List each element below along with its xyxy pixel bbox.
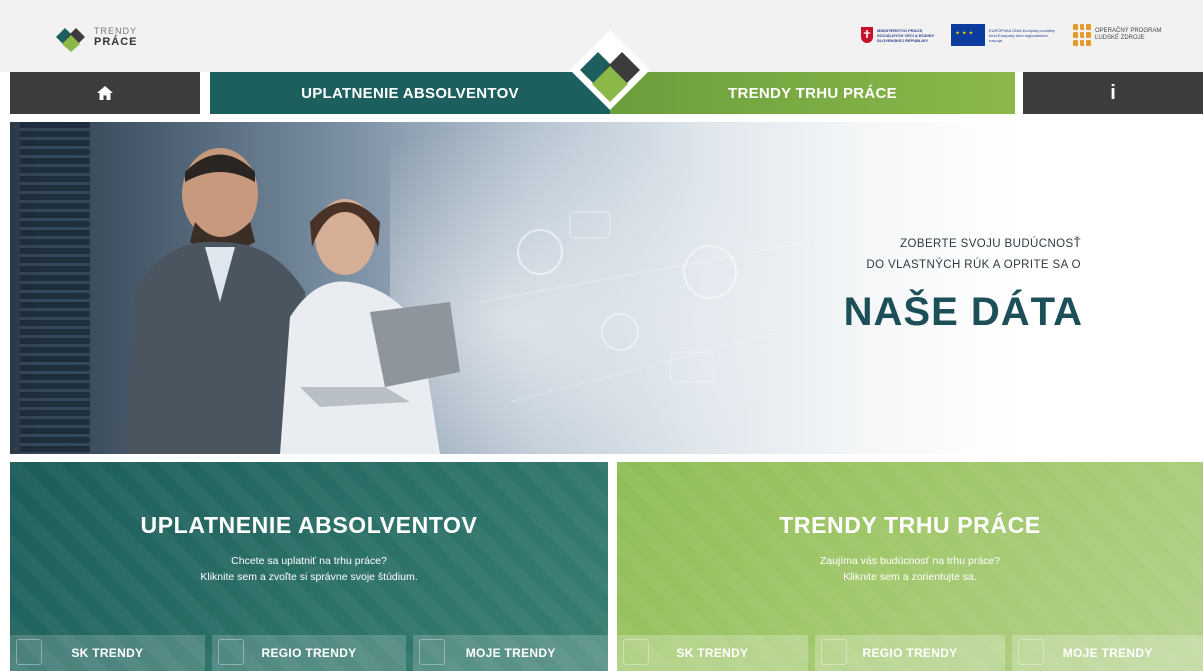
- laptop-image: [300, 302, 460, 407]
- eu-name: EURÓPSKA ÚNIA Európsky sociálny fond Eur…: [989, 27, 1055, 43]
- hero-banner: ZOBERTE SVOJU BUDÚCNOSŤ DO VLASTNÝCH RÚK…: [10, 122, 1203, 454]
- graduates-regio-trendy-button[interactable]: REGIO TRENDY: [211, 635, 407, 671]
- op-grid-icon: [1073, 24, 1091, 46]
- data-interface-graphic: [480, 211, 810, 403]
- ministry-name: MINISTERSTVO PRÁCE, SOCIÁLNYCH VECÍ A RO…: [877, 27, 935, 43]
- hero-tagline-line2: DO VLASTNÝCH RÚK A OPRITE SA O: [866, 259, 1081, 271]
- op-logo: OPERAČNÝ PROGRAM ĽUDSKÉ ZDROJE: [1073, 24, 1175, 46]
- home-button[interactable]: [10, 72, 200, 114]
- eu-logo: EURÓPSKA ÚNIA Európsky sociálny fond Eur…: [951, 24, 1059, 46]
- slovakia-map-icon: [623, 639, 649, 665]
- graduates-moje-trendy-label: MOJE TRENDY: [465, 646, 556, 660]
- region-map-icon: [217, 639, 244, 665]
- nav-graduates[interactable]: UPLATNENIE ABSOLVENTOV: [210, 72, 610, 114]
- logo-mark-icon: [56, 28, 85, 52]
- graduates-moje-trendy-button[interactable]: MOJE TRENDY: [413, 635, 608, 671]
- trends-regio-trendy-button[interactable]: REGIO TRENDY: [814, 635, 1006, 671]
- graduates-panel-line1: Chcete sa uplatniť na trhu práce?: [231, 555, 387, 567]
- graduates-regio-trendy-label: REGIO TRENDY: [261, 646, 357, 660]
- graduates-sk-trendy-label: SK TRENDY: [71, 646, 144, 660]
- logo-text: TRENDY PRÁCE: [94, 25, 138, 48]
- sponsor-logos: MINISTERSTVO PRÁCE, SOCIÁLNYCH VECÍ A RO…: [861, 24, 1175, 46]
- trends-panel-line1: Zaujíma vás budúcnosť na trhu práce?: [819, 555, 1001, 567]
- server-rack-image: [20, 122, 90, 454]
- trends-panel-title: TRENDY TRHU PRÁCE: [779, 512, 1041, 538]
- graduates-sk-trendy-button[interactable]: SK TRENDY: [10, 635, 205, 671]
- center-emblem-icon: [570, 30, 650, 110]
- graduates-panel-text: Chcete sa uplatniť na trhu práce? Klikni…: [10, 553, 608, 585]
- ministry-logo: MINISTERSTVO PRÁCE, SOCIÁLNYCH VECÍ A RO…: [861, 27, 937, 43]
- personal-icon: [419, 639, 446, 665]
- personal-icon: [1018, 639, 1045, 665]
- slovakia-map-icon: [16, 639, 42, 665]
- op-name: OPERAČNÝ PROGRAM ĽUDSKÉ ZDROJE: [1095, 28, 1162, 41]
- logo-line2: PRÁCE: [94, 35, 138, 48]
- trends-moje-trendy-label: MOJE TRENDY: [1062, 646, 1153, 660]
- hero-tagline: ZOBERTE SVOJU BUDÚCNOSŤ DO VLASTNÝCH RÚK…: [866, 234, 1081, 276]
- graduates-panel-title: UPLATNENIE ABSOLVENTOV: [140, 512, 478, 538]
- trends-panel-text: Zaujíma vás budúcnosť na trhu práce? Kli…: [617, 553, 1203, 585]
- trends-moje-trendy-button[interactable]: MOJE TRENDY: [1012, 635, 1203, 671]
- trendy-prace-logo[interactable]: TRENDY PRÁCE: [54, 22, 138, 52]
- trends-regio-trendy-label: REGIO TRENDY: [862, 646, 958, 660]
- graduates-panel-line2: Kliknite sem a zvoľte si správne svoje š…: [200, 571, 418, 583]
- trends-panel[interactable]: TRENDY TRHU PRÁCE Zaujíma vás budúcnosť …: [617, 462, 1203, 671]
- trends-subnav: SK TRENDY REGIO TRENDY MOJE TRENDY: [617, 635, 1203, 671]
- trends-panel-line2: Kliknite sem a zorientujte sa.: [843, 571, 977, 583]
- nav-trends[interactable]: TRENDY TRHU PRÁCE: [610, 72, 1015, 114]
- graduates-subnav: SK TRENDY REGIO TRENDY MOJE TRENDY: [10, 635, 608, 671]
- home-icon: [97, 86, 113, 100]
- logo-line1: TRENDY: [94, 25, 138, 36]
- info-button[interactable]: i: [1023, 72, 1203, 114]
- trends-sk-trendy-button[interactable]: SK TRENDY: [617, 635, 808, 671]
- trends-sk-trendy-label: SK TRENDY: [676, 646, 749, 660]
- slovak-crest-icon: [861, 27, 873, 43]
- eu-flag-icon: [951, 24, 985, 46]
- graduates-panel[interactable]: UPLATNENIE ABSOLVENTOV Chcete sa uplatni…: [10, 462, 608, 671]
- hero-title: NAŠE DÁTA: [843, 290, 1083, 334]
- hero-tagline-line1: ZOBERTE SVOJU BUDÚCNOSŤ: [900, 238, 1081, 250]
- region-map-icon: [820, 639, 847, 665]
